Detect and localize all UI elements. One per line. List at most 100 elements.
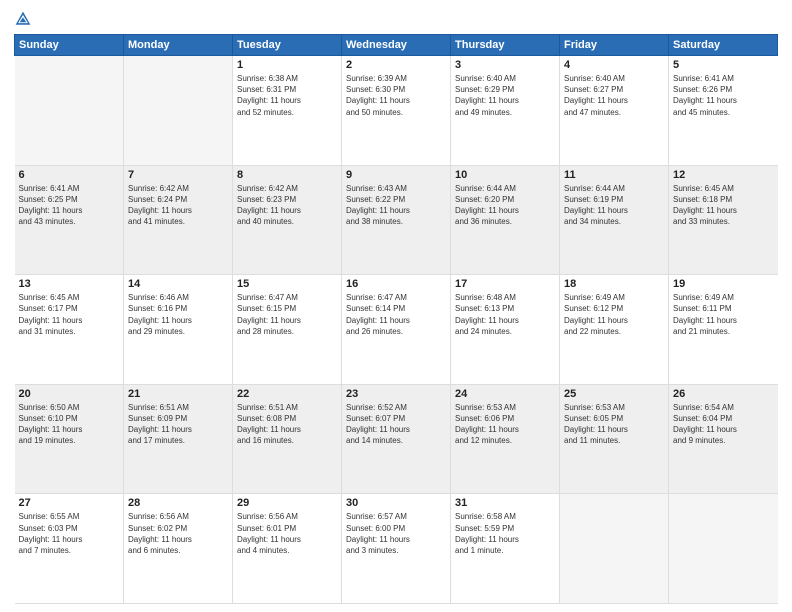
day-number: 20	[19, 388, 120, 400]
day-number: 24	[455, 388, 555, 400]
day-number: 17	[455, 278, 555, 290]
day-info: Sunrise: 6:49 AMSunset: 6:11 PMDaylight:…	[673, 292, 774, 337]
header	[14, 10, 778, 28]
weekday-header-saturday: Saturday	[669, 35, 778, 56]
day-info: Sunrise: 6:43 AMSunset: 6:22 PMDaylight:…	[346, 183, 446, 228]
weekday-header-sunday: Sunday	[15, 35, 124, 56]
day-info: Sunrise: 6:40 AMSunset: 6:29 PMDaylight:…	[455, 73, 555, 118]
calendar-cell: 15Sunrise: 6:47 AMSunset: 6:15 PMDayligh…	[233, 275, 342, 385]
calendar-cell	[15, 56, 124, 166]
day-number: 13	[19, 278, 120, 290]
calendar-cell: 29 Sunrise: 6:56 AMSunset: 6:01 PMDayligh…	[233, 494, 342, 604]
logo-icon	[14, 10, 32, 28]
day-number: 18	[564, 278, 664, 290]
day-info: Sunrise: 6:56 AMSunset: 6:02 PMDaylight:…	[128, 511, 228, 556]
calendar-cell	[124, 56, 233, 166]
day-info: Sunrise: 6:52 AMSunset: 6:07 PMDaylight:…	[346, 402, 446, 447]
day-number: 8	[237, 169, 337, 181]
calendar-cell: 10 Sunrise: 6:44 AMSunset: 6:20 PMDayligh…	[451, 165, 560, 275]
calendar-cell: 28 Sunrise: 6:56 AMSunset: 6:02 PMDayligh…	[124, 494, 233, 604]
calendar-cell: 3 Sunrise: 6:40 AMSunset: 6:29 PMDaylight…	[451, 56, 560, 166]
day-info: Sunrise: 6:42 AMSunset: 6:23 PMDaylight:…	[237, 183, 337, 228]
calendar-cell: 23 Sunrise: 6:52 AMSunset: 6:07 PMDayligh…	[342, 384, 451, 494]
day-info: Sunrise: 6:40 AMSunset: 6:27 PMDaylight:…	[564, 73, 664, 118]
day-number: 27	[19, 497, 120, 509]
day-info: Sunrise: 6:45 AMSunset: 6:17 PMDaylight:…	[19, 292, 120, 337]
day-info: Sunrise: 6:58 AMSunset: 5:59 PMDaylight:…	[455, 511, 555, 556]
day-number: 9	[346, 169, 446, 181]
day-number: 30	[346, 497, 446, 509]
calendar-cell: 9 Sunrise: 6:43 AMSunset: 6:22 PMDaylight…	[342, 165, 451, 275]
day-number: 12	[673, 169, 774, 181]
day-info: Sunrise: 6:53 AMSunset: 6:05 PMDaylight:…	[564, 402, 664, 447]
calendar-cell: 7 Sunrise: 6:42 AMSunset: 6:24 PMDaylight…	[124, 165, 233, 275]
calendar-cell: 22 Sunrise: 6:51 AMSunset: 6:08 PMDayligh…	[233, 384, 342, 494]
day-number: 2	[346, 59, 446, 71]
day-info: Sunrise: 6:48 AMSunset: 6:13 PMDaylight:…	[455, 292, 555, 337]
calendar-cell: 18 Sunrise: 6:49 AMSunset: 6:12 PMDayligh…	[560, 275, 669, 385]
day-number: 26	[673, 388, 774, 400]
day-number: 7	[128, 169, 228, 181]
calendar-table: SundayMondayTuesdayWednesdayThursdayFrid…	[14, 34, 778, 604]
weekday-header-tuesday: Tuesday	[233, 35, 342, 56]
day-number: 28	[128, 497, 228, 509]
calendar-week-row: 27Sunrise: 6:55 AMSunset: 6:03 PMDayligh…	[15, 494, 778, 604]
day-number: 31	[455, 497, 555, 509]
day-info: Sunrise: 6:49 AMSunset: 6:12 PMDaylight:…	[564, 292, 664, 337]
weekday-header-monday: Monday	[124, 35, 233, 56]
calendar-cell: 20Sunrise: 6:50 AMSunset: 6:10 PMDayligh…	[15, 384, 124, 494]
calendar-cell: 8 Sunrise: 6:42 AMSunset: 6:23 PMDaylight…	[233, 165, 342, 275]
day-number: 25	[564, 388, 664, 400]
day-info: Sunrise: 6:44 AMSunset: 6:19 PMDaylight:…	[564, 183, 664, 228]
calendar-cell: 2 Sunrise: 6:39 AMSunset: 6:30 PMDaylight…	[342, 56, 451, 166]
day-number: 4	[564, 59, 664, 71]
day-info: Sunrise: 6:44 AMSunset: 6:20 PMDaylight:…	[455, 183, 555, 228]
day-number: 10	[455, 169, 555, 181]
calendar-week-row: 20Sunrise: 6:50 AMSunset: 6:10 PMDayligh…	[15, 384, 778, 494]
day-info: Sunrise: 6:51 AMSunset: 6:08 PMDaylight:…	[237, 402, 337, 447]
day-info: Sunrise: 6:51 AMSunset: 6:09 PMDaylight:…	[128, 402, 228, 447]
day-number: 14	[128, 278, 228, 290]
calendar-week-row: 6 Sunrise: 6:41 AMSunset: 6:25 PMDaylight…	[15, 165, 778, 275]
day-info: Sunrise: 6:41 AMSunset: 6:25 PMDaylight:…	[19, 183, 120, 228]
weekday-header-friday: Friday	[560, 35, 669, 56]
calendar-cell	[669, 494, 778, 604]
calendar-cell: 5 Sunrise: 6:41 AMSunset: 6:26 PMDaylight…	[669, 56, 778, 166]
calendar-cell: 30Sunrise: 6:57 AMSunset: 6:00 PMDayligh…	[342, 494, 451, 604]
calendar-cell: 6 Sunrise: 6:41 AMSunset: 6:25 PMDaylight…	[15, 165, 124, 275]
calendar-cell: 1Sunrise: 6:38 AMSunset: 6:31 PMDaylight…	[233, 56, 342, 166]
calendar-week-row: 13 Sunrise: 6:45 AMSunset: 6:17 PMDayligh…	[15, 275, 778, 385]
day-number: 23	[346, 388, 446, 400]
day-info: Sunrise: 6:39 AMSunset: 6:30 PMDaylight:…	[346, 73, 446, 118]
day-info: Sunrise: 6:54 AMSunset: 6:04 PMDaylight:…	[673, 402, 774, 447]
calendar-cell	[560, 494, 669, 604]
day-number: 16	[346, 278, 446, 290]
calendar-cell: 26 Sunrise: 6:54 AMSunset: 6:04 PMDayligh…	[669, 384, 778, 494]
calendar-cell: 31 Sunrise: 6:58 AMSunset: 5:59 PMDayligh…	[451, 494, 560, 604]
day-number: 11	[564, 169, 664, 181]
logo	[14, 10, 34, 28]
day-number: 6	[19, 169, 120, 181]
calendar-cell: 17 Sunrise: 6:48 AMSunset: 6:13 PMDayligh…	[451, 275, 560, 385]
calendar-cell: 13 Sunrise: 6:45 AMSunset: 6:17 PMDayligh…	[15, 275, 124, 385]
day-info: Sunrise: 6:46 AMSunset: 6:16 PMDaylight:…	[128, 292, 228, 337]
day-info: Sunrise: 6:45 AMSunset: 6:18 PMDaylight:…	[673, 183, 774, 228]
calendar-cell: 19Sunrise: 6:49 AMSunset: 6:11 PMDayligh…	[669, 275, 778, 385]
day-number: 22	[237, 388, 337, 400]
day-number: 5	[673, 59, 774, 71]
page: SundayMondayTuesdayWednesdayThursdayFrid…	[0, 0, 792, 612]
calendar-cell: 12 Sunrise: 6:45 AMSunset: 6:18 PMDayligh…	[669, 165, 778, 275]
weekday-header-wednesday: Wednesday	[342, 35, 451, 56]
day-info: Sunrise: 6:42 AMSunset: 6:24 PMDaylight:…	[128, 183, 228, 228]
day-info: Sunrise: 6:56 AMSunset: 6:01 PMDaylight:…	[237, 511, 337, 556]
calendar-cell: 25 Sunrise: 6:53 AMSunset: 6:05 PMDayligh…	[560, 384, 669, 494]
day-info: Sunrise: 6:38 AMSunset: 6:31 PMDaylight:…	[237, 73, 337, 118]
calendar-cell: 24 Sunrise: 6:53 AMSunset: 6:06 PMDayligh…	[451, 384, 560, 494]
calendar-cell: 16Sunrise: 6:47 AMSunset: 6:14 PMDayligh…	[342, 275, 451, 385]
day-info: Sunrise: 6:41 AMSunset: 6:26 PMDaylight:…	[673, 73, 774, 118]
calendar-cell: 4 Sunrise: 6:40 AMSunset: 6:27 PMDaylight…	[560, 56, 669, 166]
day-number: 29	[237, 497, 337, 509]
day-info: Sunrise: 6:53 AMSunset: 6:06 PMDaylight:…	[455, 402, 555, 447]
weekday-header-thursday: Thursday	[451, 35, 560, 56]
day-number: 3	[455, 59, 555, 71]
